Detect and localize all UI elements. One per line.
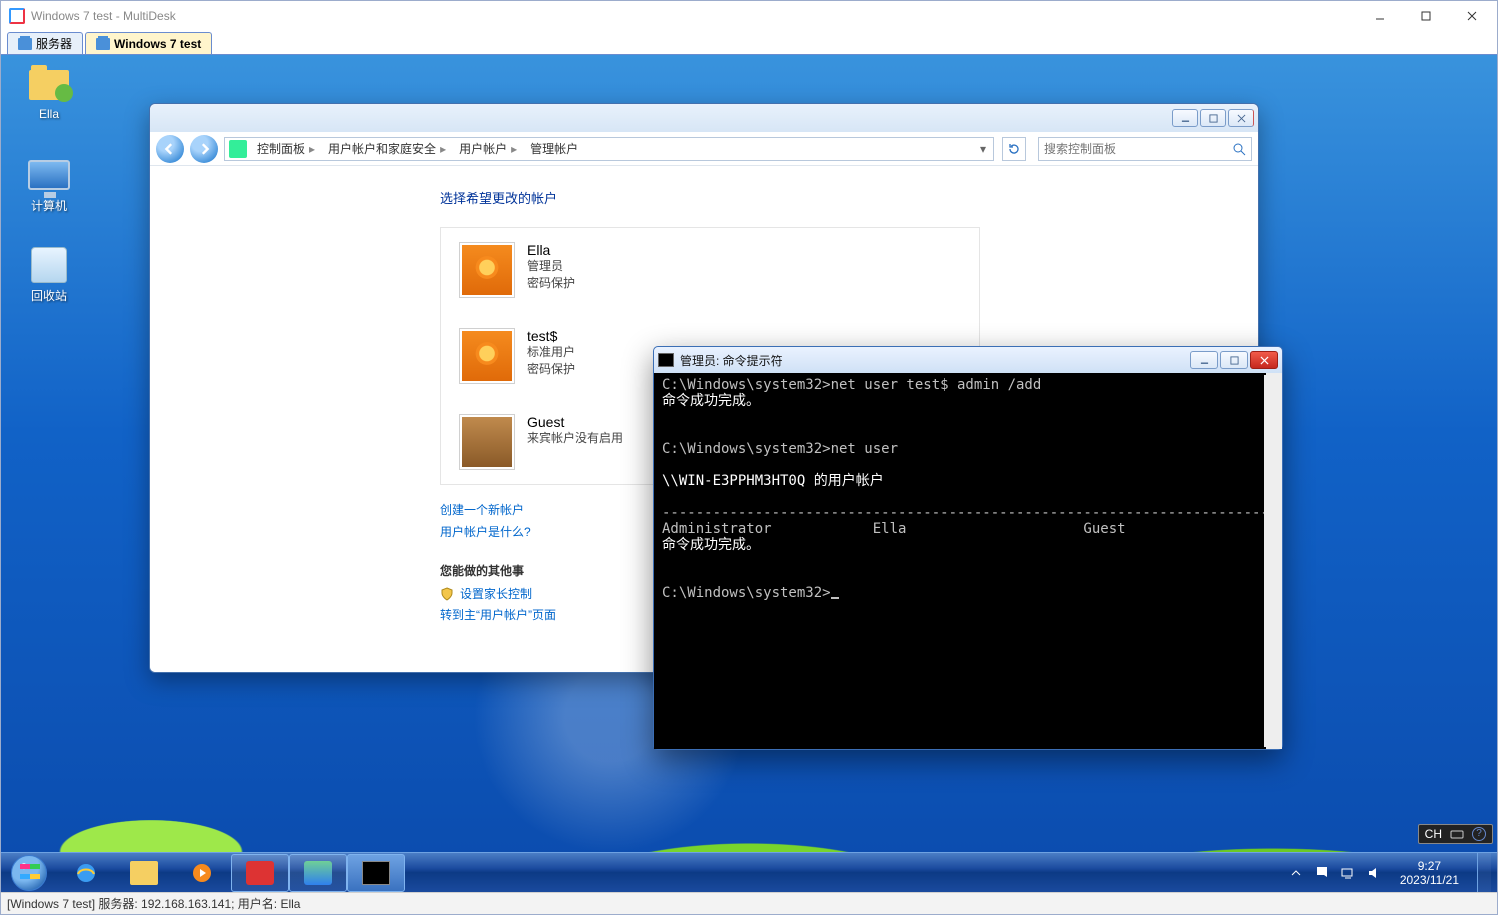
cmd-close-button[interactable] (1250, 351, 1278, 369)
cp-close-button[interactable] (1228, 109, 1254, 127)
crumb-accounts[interactable]: 用户帐户 (453, 140, 524, 157)
system-tray: 9:27 2023/11/21 (1282, 853, 1497, 893)
cmd-scrollbar[interactable] (1264, 375, 1280, 747)
avatar (459, 242, 515, 298)
mediaplayer-icon (188, 861, 216, 885)
windows-orb-icon (11, 855, 47, 891)
crumb-dropdown-icon[interactable]: ▾ (974, 142, 993, 156)
desktop-icon-user-folder[interactable]: Ella (11, 65, 87, 121)
desktop-icon-recycle-bin[interactable]: 回收站 (11, 245, 87, 304)
cp-navigation-bar: 控制面板 用户帐户和家庭安全 用户帐户 管理帐户 ▾ (150, 132, 1258, 166)
cp-minimize-button[interactable] (1172, 109, 1198, 127)
taskbar-pin-ie[interactable] (57, 854, 115, 892)
search-icon (1232, 142, 1246, 156)
cmd-icon (362, 861, 390, 885)
taskbar-pin-mediaplayer[interactable] (173, 854, 231, 892)
close-button[interactable] (1449, 2, 1495, 30)
remote-desktop: Ella 计算机 回收站 (1, 55, 1497, 892)
shield-icon (440, 587, 454, 601)
network-icon[interactable] (1340, 865, 1356, 881)
crumb-family[interactable]: 用户帐户和家庭安全 (322, 140, 453, 157)
crumb-manage[interactable]: 管理帐户 (524, 140, 585, 157)
search-input[interactable] (1044, 142, 1232, 156)
account-role: 标准用户 (527, 344, 575, 361)
ie-icon (72, 861, 100, 885)
desktop-icon-label: 回收站 (11, 287, 87, 304)
minimize-button[interactable] (1357, 2, 1403, 30)
monitor-icon (96, 38, 110, 50)
avatar (459, 414, 515, 470)
account-item[interactable]: Guest 来宾帐户没有启用 (459, 414, 659, 470)
volume-icon[interactable] (1366, 865, 1382, 881)
maximize-button[interactable] (1403, 2, 1449, 30)
action-center-icon[interactable] (1314, 865, 1330, 881)
show-desktop-button[interactable] (1477, 853, 1491, 893)
keyboard-icon (1450, 827, 1464, 841)
account-pw: 密码保护 (527, 361, 575, 378)
desktop-icon-computer[interactable]: 计算机 (11, 155, 87, 214)
account-name: Ella (527, 242, 575, 258)
account-role: 管理员 (527, 258, 575, 275)
taskbar-app-control-panel[interactable] (289, 854, 347, 892)
cmd-cursor (831, 597, 839, 599)
taskbar: 9:27 2023/11/21 (1, 852, 1497, 892)
tab-session-label: Windows 7 test (114, 37, 201, 51)
app-titlebar: Windows 7 test - MultiDesk (1, 1, 1497, 31)
account-role: 来宾帐户没有启用 (527, 430, 623, 447)
account-name: Guest (527, 414, 623, 430)
breadcrumb[interactable]: 控制面板 用户帐户和家庭安全 用户帐户 管理帐户 ▾ (224, 137, 994, 161)
cmd-title-text: 管理员: 命令提示符 (680, 352, 1184, 369)
statusbar: [Windows 7 test] 服务器: 192.168.163.141; 用… (1, 892, 1497, 914)
control-panel-icon (304, 861, 332, 885)
cmd-maximize-button[interactable] (1220, 351, 1248, 369)
tab-servers-label: 服务器 (36, 35, 72, 52)
language-indicator[interactable]: CH ? (1418, 824, 1493, 844)
nav-back-button[interactable] (156, 135, 184, 163)
clock-time: 9:27 (1400, 859, 1459, 873)
avatar (459, 328, 515, 384)
tab-servers[interactable]: 服务器 (7, 32, 83, 54)
control-panel-icon (229, 140, 247, 158)
taskbar-clock[interactable]: 9:27 2023/11/21 (1392, 859, 1467, 887)
taskbar-pin-explorer[interactable] (115, 854, 173, 892)
account-item[interactable]: Ella 管理员 密码保护 (459, 242, 659, 298)
crumb-root[interactable]: 控制面板 (251, 140, 322, 157)
help-icon[interactable]: ? (1472, 827, 1486, 841)
clock-date: 2023/11/21 (1400, 873, 1459, 887)
account-name: test$ (527, 328, 575, 344)
app-title: Windows 7 test - MultiDesk (31, 9, 1357, 23)
language-code: CH (1425, 827, 1442, 841)
cmd-output[interactable]: C:\Windows\system32>net user test$ admin… (654, 373, 1282, 749)
refresh-button[interactable] (1002, 137, 1026, 161)
command-prompt-window[interactable]: 管理员: 命令提示符 C:\Windows\system32>net user … (653, 346, 1283, 750)
tray-expand-icon[interactable] (1288, 865, 1304, 881)
taskbar-app-cmd[interactable] (347, 854, 405, 892)
cmd-titlebar[interactable]: 管理员: 命令提示符 (654, 347, 1282, 373)
search-box[interactable] (1038, 137, 1252, 161)
taskbar-app-toolbox[interactable] (231, 854, 289, 892)
cmd-icon (658, 353, 674, 367)
status-text: [Windows 7 test] 服务器: 192.168.163.141; 用… (7, 895, 300, 912)
account-pw: 密码保护 (527, 275, 575, 292)
desktop-icon-label: 计算机 (11, 197, 87, 214)
link-parental-label: 设置家长控制 (460, 585, 532, 602)
account-item[interactable]: test$ 标准用户 密码保护 (459, 328, 659, 384)
multidesk-tabs: 服务器 Windows 7 test (1, 31, 1497, 55)
page-heading: 选择希望更改的帐户 (440, 188, 1258, 207)
app-icon (9, 8, 25, 24)
start-button[interactable] (1, 853, 57, 893)
tab-session[interactable]: Windows 7 test (85, 32, 212, 54)
cp-titlebar[interactable] (150, 104, 1258, 132)
folder-icon (130, 861, 158, 885)
nav-forward-button[interactable] (190, 135, 218, 163)
cmd-minimize-button[interactable] (1190, 351, 1218, 369)
desktop-icon-label: Ella (11, 107, 87, 121)
toolbox-icon (246, 861, 274, 885)
servers-icon (18, 38, 32, 50)
cp-maximize-button[interactable] (1200, 109, 1226, 127)
